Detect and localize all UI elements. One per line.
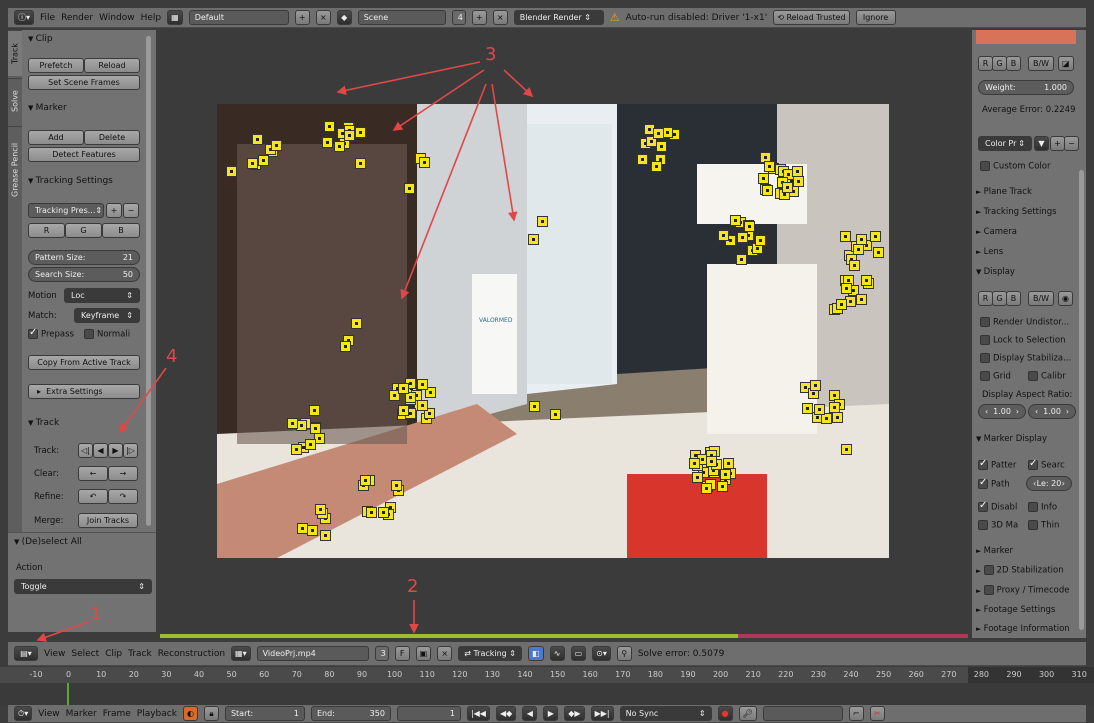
annotation-arrows (36, 61, 534, 642)
annotation-label-2: 2 (407, 576, 419, 597)
annotation-label-4: 4 (166, 346, 178, 367)
annotation-label-3: 3 (485, 44, 497, 65)
annotation-label-1: 1 (90, 604, 102, 625)
